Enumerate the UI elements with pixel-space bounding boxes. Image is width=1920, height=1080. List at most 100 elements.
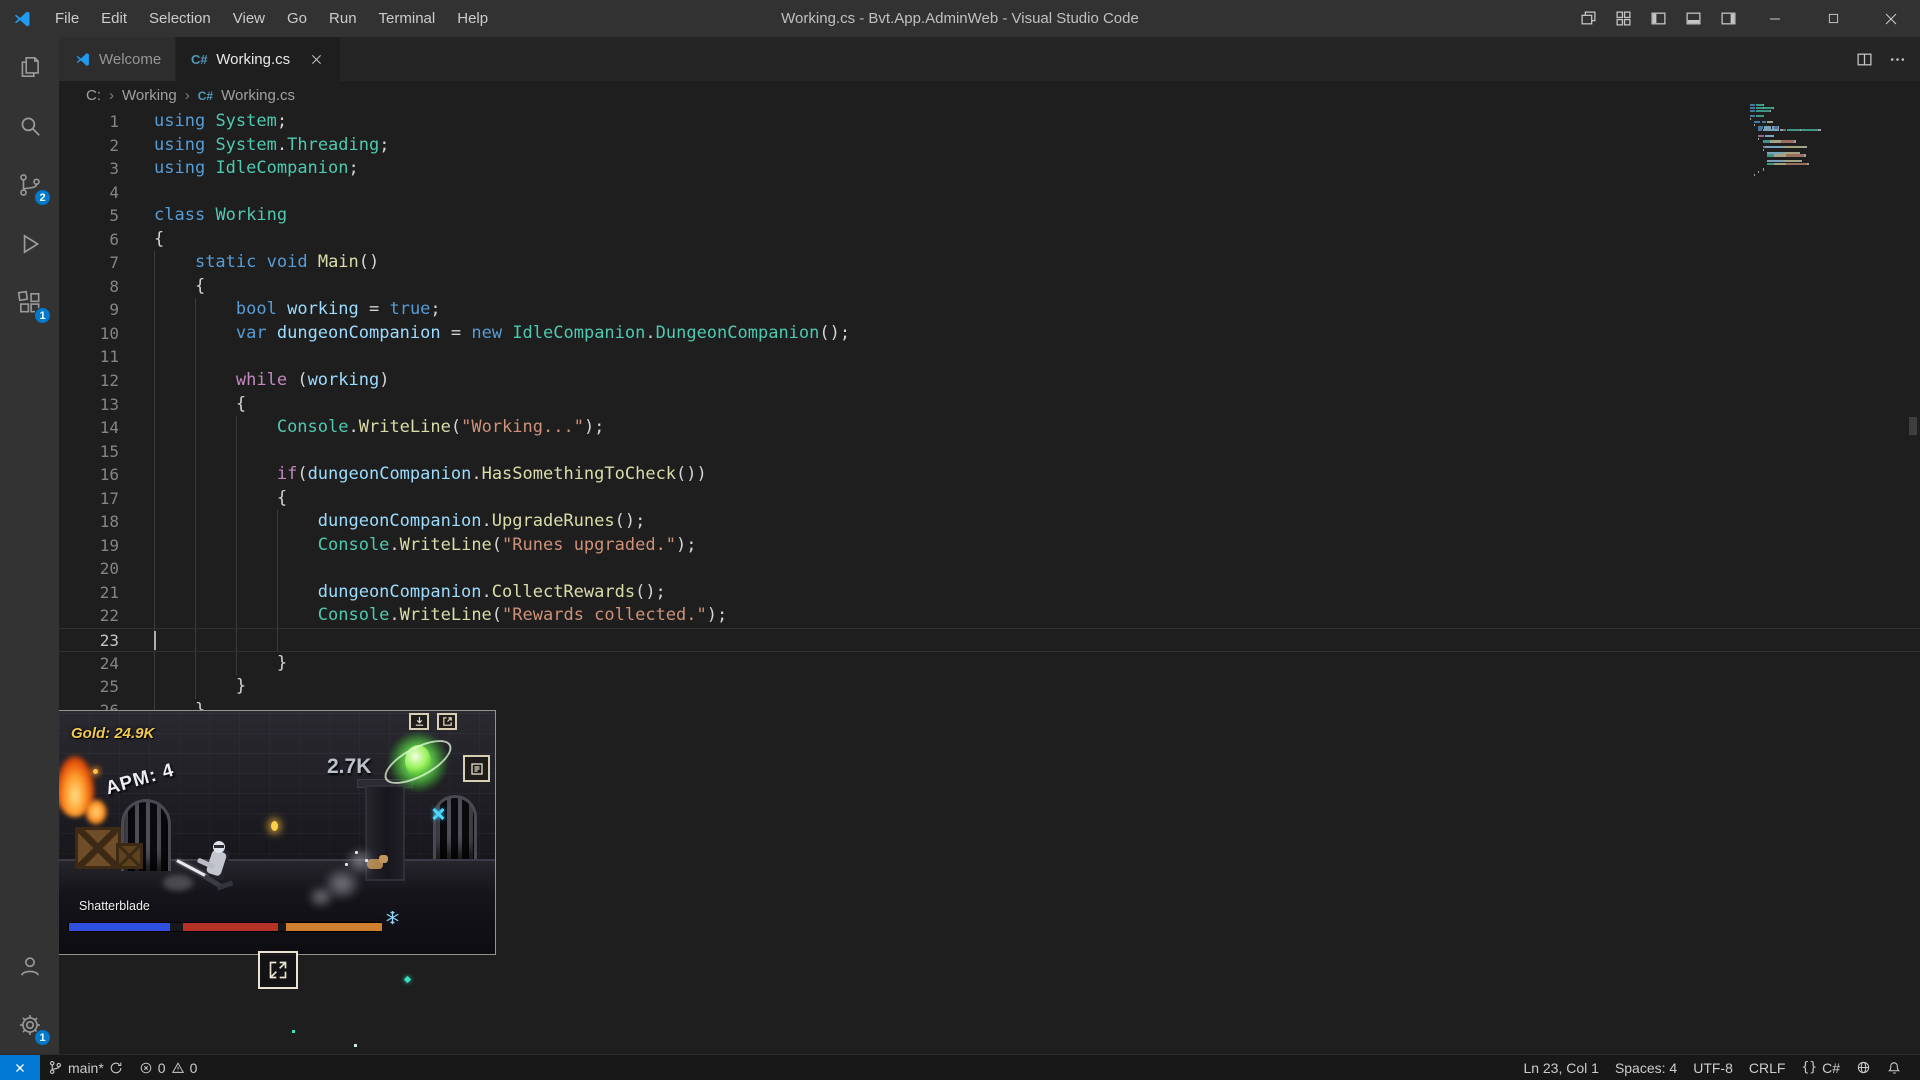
code-line[interactable]: 10 var dungeonCompanion = new IdleCompan… [59,322,1920,346]
toggle-secondary-sidebar-icon[interactable] [1711,0,1746,37]
toggle-sidebar-icon[interactable] [1641,0,1676,37]
activity-settings[interactable]: 1 [0,995,59,1054]
maximize-button[interactable] [1804,0,1862,37]
indent-guide [195,369,196,393]
code-line[interactable]: 22 Console.WriteLine("Rewards collected.… [59,604,1920,628]
menu-help[interactable]: Help [446,0,499,37]
indent-guide [154,510,155,534]
feedback-status[interactable] [1848,1055,1879,1080]
multiple-windows-icon[interactable] [1571,0,1606,37]
indent-guide [195,557,196,581]
minimap[interactable] [1750,104,1824,177]
activity-search[interactable] [0,96,59,155]
more-actions-icon[interactable] [1889,51,1906,68]
breadcrumb-drive[interactable]: C: [86,87,101,104]
indent-guide [154,322,155,346]
customize-layout-icon[interactable] [1606,0,1641,37]
indent-guide [154,369,155,393]
menu-file[interactable]: File [44,0,90,37]
pip-popout-button[interactable] [437,713,457,730]
menu-view[interactable]: View [222,0,276,37]
branch-status[interactable]: main* [40,1055,131,1080]
code-line[interactable]: 3using IdleCompanion; [59,157,1920,181]
activity-run-debug[interactable] [0,214,59,273]
breadcrumb-folder[interactable]: Working [122,87,177,104]
encoding-status[interactable]: UTF-8 [1685,1055,1741,1080]
split-editor-icon[interactable] [1856,51,1873,68]
apm-floating-text: APM: 4 [103,760,177,801]
notifications-status[interactable] [1879,1055,1910,1080]
code-line[interactable]: 11 [59,345,1920,369]
activity-extensions[interactable]: 1 [0,273,59,332]
expand-game-button[interactable] [258,951,298,989]
code-line[interactable]: 12 while (working) [59,369,1920,393]
close-window-button[interactable] [1862,0,1920,37]
line-text [119,440,1920,464]
code-line[interactable]: 19 Console.WriteLine("Runes upgraded."); [59,534,1920,558]
indent-guide [195,510,196,534]
activity-source-control[interactable]: 2 [0,155,59,214]
eol-status[interactable]: CRLF [1741,1055,1794,1080]
health-segment [69,923,170,931]
line-text: using System.Threading; [119,134,1920,158]
language-mode[interactable]: {} C# [1793,1055,1848,1080]
tab-label: Working.cs [216,51,290,68]
frost-marker-icon [431,807,445,821]
code-line[interactable]: 4 [59,181,1920,205]
line-text: static void Main() [119,251,1920,275]
indent-guide [236,604,237,628]
code-line[interactable]: 7 static void Main() [59,251,1920,275]
code-line[interactable]: 25 } [59,675,1920,699]
scrollbar-slider[interactable] [1909,417,1917,435]
code-line[interactable]: 15 [59,440,1920,464]
minimize-button[interactable] [1746,0,1804,37]
errors-icon [139,1061,153,1075]
notes-button[interactable] [463,755,490,782]
code-line[interactable]: 2using System.Threading; [59,134,1920,158]
code-line[interactable]: 8 { [59,275,1920,299]
code-line[interactable]: 14 Console.WriteLine("Working..."); [59,416,1920,440]
vscode-logo-icon[interactable] [0,0,44,37]
code-line[interactable]: 9 bool working = true; [59,298,1920,322]
code-line[interactable]: 17 { [59,487,1920,511]
activity-explorer[interactable] [0,37,59,96]
cursor-position[interactable]: Ln 23, Col 1 [1515,1055,1607,1080]
code-line[interactable]: 6{ [59,228,1920,252]
indentation-status[interactable]: Spaces: 4 [1607,1055,1685,1080]
code-line[interactable]: 13 { [59,393,1920,417]
tab-working-cs[interactable]: C#Working.cs [176,37,341,81]
close-tab-button[interactable] [306,49,326,69]
code-line[interactable]: 16 if(dungeonCompanion.HasSomethingToChe… [59,463,1920,487]
remote-indicator[interactable] [0,1055,40,1080]
problems-status[interactable]: 0 0 [131,1055,206,1080]
menu-go[interactable]: Go [276,0,318,37]
activity-accounts[interactable] [0,936,59,995]
indent-guide [195,652,196,676]
tab-welcome[interactable]: Welcome [59,37,176,81]
indent-guide [154,251,155,275]
menu-run[interactable]: Run [318,0,368,37]
bone-particle [365,859,368,862]
code-line[interactable]: 5class Working [59,204,1920,228]
pip-save-button[interactable] [409,713,429,730]
bell-icon [1887,1060,1902,1075]
code-line[interactable]: 18 dungeonCompanion.UpgradeRunes(); [59,510,1920,534]
code-line[interactable]: 24 } [59,652,1920,676]
breadcrumb-file[interactable]: Working.cs [221,87,295,104]
damage-counter: 2.7K [327,755,371,779]
code-line[interactable]: 21 dungeonCompanion.CollectRewards(); [59,581,1920,605]
code-line[interactable]: 1using System; [59,110,1920,134]
indent-guide [195,487,196,511]
activity-bar: 2 1 1 [0,37,59,1054]
line-text: } [119,652,1920,676]
menu-edit[interactable]: Edit [90,0,138,37]
menu-selection[interactable]: Selection [138,0,222,37]
menu-terminal[interactable]: Terminal [368,0,447,37]
code-line[interactable]: 23 [59,628,1920,652]
line-text: Console.WriteLine("Rewards collected."); [119,604,1920,628]
line-text [119,345,1920,369]
toggle-panel-icon[interactable] [1676,0,1711,37]
game-overlay[interactable]: 2.7K Gold: 24.9K APM: 4 [58,710,496,955]
status-bar: main* 0 0 Ln 23, Col 1 Spaces: 4 UTF-8 C… [0,1054,1920,1080]
code-line[interactable]: 20 [59,557,1920,581]
